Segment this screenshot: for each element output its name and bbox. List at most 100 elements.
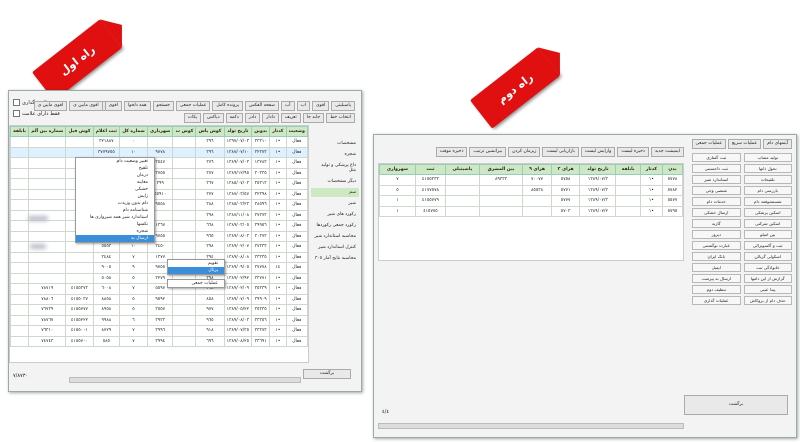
toolbar-button[interactable]: دادر (244, 113, 261, 123)
table-row[interactable]: فعال •١ ٣٣٦٩١ ١٣٨٩/٠٨/٢٥ ٦٩٦ ٣٩٩٤ ٧ ٥٨٥ ٤١٥٥٧٠٠ ٧… (10, 335, 308, 347)
operation-button[interactable]: اسکین پزشکی (743, 208, 792, 217)
operation-button[interactable]: نحول ذانها (743, 164, 792, 173)
menu-item[interactable]: نکسها (76, 221, 154, 228)
toolbar-button[interactable]: انتخاب خط (326, 113, 355, 123)
column-header[interactable]: هزای ٢ (550, 164, 581, 175)
toolbar-button[interactable]: یکات (183, 113, 202, 123)
operation-button[interactable]: تلقیحات (743, 175, 792, 184)
operation-button[interactable]: خانوادگی ثبت (743, 263, 792, 272)
operation-button[interactable]: ثبت گفتاری (692, 153, 741, 162)
marked-only-row[interactable]: فقط دارای علامت (13, 110, 60, 117)
operation-button[interactable]: اسکین شرکتی (743, 219, 792, 228)
operation-button[interactable]: تولید مشاب (743, 153, 792, 162)
operation-button[interactable]: اسکولی گزیالن (743, 252, 792, 261)
column-header[interactable]: شماره بین آلم (28, 126, 67, 137)
return-button[interactable]: برگشت (303, 369, 351, 379)
column-header[interactable]: ثبت اعلام (92, 126, 121, 137)
side-item[interactable]: شیر (311, 199, 359, 208)
menu-item[interactable]: معاینه (76, 179, 154, 186)
operation-button[interactable]: تنظیف دوم (692, 285, 741, 294)
column-header[interactable]: کوش ت (172, 126, 197, 137)
toolbar-button[interactable]: اب (296, 101, 311, 111)
operation-button[interactable]: ارسال به پیرمنت (692, 274, 741, 283)
toolbar-button[interactable]: اقوی (312, 101, 330, 111)
side-item[interactable]: شجره (311, 150, 359, 159)
menu-item[interactable]: تغییر وضعیت دام (76, 158, 154, 165)
menu-item[interactable]: استاندارد شیر همه شیرواری ها (76, 214, 154, 221)
table-row[interactable]: فعال •١ ٣٣٣٥٦ ١٣٨٩/٠٨/٠٣ ٩٦٥ ٣٩٣٣ ٦ ٩٩٨٨ ٤١٥٥٢٢٢… (10, 314, 308, 326)
toolbar-button[interactable]: جابه جا (302, 113, 325, 123)
column-header[interactable]: کوش فیل (65, 126, 94, 137)
side-item[interactable]: محاسبه نتایج آمار ٣٠٥ (311, 254, 359, 263)
menu-item[interactable]: زایش (76, 193, 154, 200)
column-header[interactable]: کوش پاس (195, 126, 225, 137)
table-row[interactable]: فعال•١١٣٢٨٣١٣٨٩/٠٧/٠٣٣٧٦٣٥٤٧١٠ (10, 157, 308, 169)
toolbar-button[interactable]: اقوی مابین ی (33, 101, 68, 111)
column-header[interactable]: شهریاری (146, 126, 174, 137)
operation-button[interactable]: عملیات گذاری (692, 296, 741, 305)
table-row[interactable]: فعال •١ ٣٩٩٠٩ ١٣٨٩/٠٧/٠٩ ٨٥٨ ٩٥٩٢ ٥ ٨٨٥٨ ٤١٥٥٠٣٧… (10, 293, 308, 305)
side-item[interactable]: دیگر مشخصات (311, 177, 359, 186)
toolbar-button[interactable]: صفحه الفکس (245, 101, 280, 111)
table-row[interactable]: فعال•١٣٨٥٩٦١٣٨٥/٠٣/٢٣٣٨٨٩٥٥٨٩١٤٨٠ (10, 199, 308, 211)
table-row[interactable]: فعال •١ ٣٣٣١٠ ١٣٩٧/٠٧/٠٣ ٣٩٦ ٠ ٣٢١٨٨٧ (10, 136, 308, 148)
side-item[interactable]: کنترل استاندارد شیر (311, 243, 359, 252)
table-row[interactable]: فعال •١ ٣٧٣٣٣ ١٣٨٩/٠٢/٠٧ ٣٩٨ ٣٤٥٠ ١٠ ٥٥٥٣ (10, 241, 308, 253)
submenu-item[interactable]: عملیات جمعی (168, 280, 224, 287)
operation-button[interactable]: خدمات دام (692, 197, 741, 206)
submenu-item[interactable]: تقویم (168, 260, 224, 267)
column-header[interactable]: بدوین (251, 126, 271, 137)
toolbar-button[interactable]: زیرمان کردن (508, 147, 541, 157)
toolbar-button[interactable]: تعریف (280, 113, 301, 123)
table-row[interactable]: فعال•١٣٧٣٧٣١٣٨٧/١١/٠٨٣٩٨٩٥٥٦ (10, 209, 308, 221)
toolbar-button[interactable]: پرونده کامل (212, 101, 244, 111)
table-row[interactable]: ٥٧٧٨ •١ ١٣٨٩/٠٧/٣ ٥٧٥٨ ٧٠٠٧٧ ٨٩٣٣٣ ٤١٥٥٣٣٣ ٧ (379, 174, 683, 186)
operation-button[interactable]: دیروز (692, 230, 741, 239)
side-item[interactable]: محاسبه استاندارد شیر (311, 232, 359, 241)
toolbar-button[interactable]: همه دلخوا (123, 101, 151, 111)
operation-button[interactable]: بانک ایران (692, 252, 741, 261)
operation-button[interactable]: گزارش از این دامها (743, 274, 792, 283)
menu-item[interactable]: شجره (76, 228, 154, 235)
toolbar-button[interactable]: پاسیلیتی (331, 101, 355, 111)
table-row[interactable]: ٥٥٧٧ •١ ١٣٨٩/٠٧/٣ ٥٧٧٧ ٤١٥٥٧٧٩ ١ (379, 195, 683, 207)
side-item[interactable]: مشخصات (311, 139, 359, 148)
submenu-item[interactable]: پرتال (168, 267, 224, 274)
column-header[interactable]: شماره کل (119, 126, 148, 137)
table-row[interactable]: فعال•١٣٠٣٣٥١٣٨٩/١٢/٩٥٣٧٧٣٧٥٥١٠٤٥٥٥٧٧٢ (10, 167, 308, 179)
toolbar-button[interactable]: دکمه (225, 113, 243, 123)
column-header[interactable]: بین المشرق (478, 164, 524, 175)
toolbar-button[interactable]: بیرانشین ترتیب (469, 147, 507, 157)
toolbar-button[interactable]: ذخیره لیست (617, 147, 649, 157)
table-row[interactable]: ٥٧٨٢ •١ ١٣٨٩/٠٧/٣ ٥٧٧١ ٨٥٥٣٨ ٤١٧٧٥٧٨ ٥ (379, 184, 683, 196)
toolbar-button[interactable]: ایمیشت جدید (650, 147, 684, 157)
operation-button[interactable]: ثبت و آکسونرالی (743, 241, 792, 250)
operation-button[interactable]: شتصی وجی (692, 186, 741, 195)
operation-button[interactable]: ثبت ذاجستنی (692, 164, 741, 173)
toolbar-button[interactable]: دادار (262, 113, 279, 123)
toolbar-button[interactable]: دیاکس (203, 113, 224, 123)
mark-checkbox[interactable] (13, 99, 20, 106)
column-header[interactable]: کدتار (639, 164, 663, 175)
column-header[interactable]: بابلقه (615, 164, 641, 175)
operation-button[interactable]: ارسال خشکی (692, 208, 741, 217)
horizontal-scrollbar[interactable] (69, 377, 301, 383)
table-row[interactable]: فعال •١ ٣٥٣٣٩ ١٣٨٩/٠٢/٠٩ ٣٩٨ ٥٥٩٧ ٧ ٦٠٠٨ ٤١٥٥٣٧٣… (10, 283, 308, 295)
column-header[interactable]: هزای ٩ (522, 164, 552, 175)
marked-only-checkbox[interactable] (13, 110, 20, 117)
toolbar-button[interactable]: عملیات جمعی (175, 101, 211, 111)
return-button[interactable]: برگشت (684, 395, 788, 415)
table-row[interactable]: فعال •١ ٣٥٣٣٥ ١٣٨٩/٠٥/٢٢ ٩٧٧ ٣٥٥٧ ٥ ٨٩٥٨ ٤١٥٥٧٧٧… (10, 304, 308, 316)
table-row[interactable]: فعال•١٣٣٧٧١١٣٨٩/٠٢/٩٢٣٩٨٣٢٧٩٥٥٠٥٨ (10, 272, 308, 284)
column-header[interactable]: بابلقه (10, 126, 30, 137)
table-row[interactable]: ٥٧٩٥ •١ ١٣٨٩/٠٧/٢ ٥٧٠٣ ٤١٥٧٧٥ ١ (379, 205, 683, 217)
operation-button[interactable]: شستشوفعه دام (743, 197, 792, 206)
column-header[interactable]: تاریخ تولد (223, 126, 253, 137)
operation-button[interactable]: پیدا عینی (743, 285, 792, 294)
table-row[interactable]: فعال •١ ٣٣٣٧٣ ١٣٨٩/٠٧/٣٥ ٩١٨ ٣٩٩٦ ٧ ٨٧٢٩ ٤١٥٥٠٠١… (10, 325, 308, 337)
table-row[interactable]: فعال•١٣٩٩٥٦١٣٨٩/٠٣/٠٥٦٦٨١٣٦٧٩٥٨٧٣ (10, 220, 308, 232)
menu-item[interactable]: تلقیح (76, 165, 154, 172)
menu-item[interactable]: ارسال به (76, 235, 154, 242)
column-header[interactable]: تاریخ تولد (579, 164, 617, 175)
table-row[interactable]: فعال •١ ٣٣٣٣٥ ١٣٨٩/٠٨/٠٨ ٣٩٤ ١٣٧٧ ٧ ٣٤٨٤ (10, 251, 308, 263)
